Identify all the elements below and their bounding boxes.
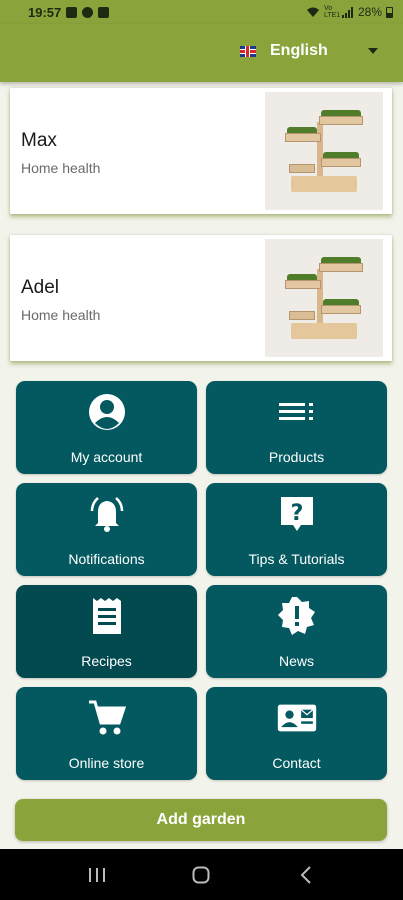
gallery-icon	[66, 6, 78, 18]
uk-flag-icon	[240, 45, 256, 57]
home-icon	[192, 866, 210, 883]
online-store-button[interactable]: Online store	[16, 687, 197, 780]
contact-card-icon	[277, 699, 317, 737]
garden-image	[265, 239, 383, 357]
status-bar: 19:57 Vo LTE1 28%	[0, 0, 403, 24]
contact-button[interactable]: Contact	[206, 687, 387, 780]
products-button[interactable]: Products	[206, 381, 387, 474]
help-question-icon: ?	[277, 495, 317, 533]
contact-label: Contact	[272, 755, 321, 771]
tips-tutorials-label: Tips & Tutorials	[248, 551, 345, 567]
wifi-icon	[306, 7, 319, 17]
recent-apps-icon	[89, 867, 106, 882]
online-store-label: Online store	[68, 755, 145, 771]
system-nav-bar	[0, 849, 403, 900]
garden-name: Max	[21, 130, 57, 151]
products-label: Products	[268, 449, 325, 465]
shopping-cart-icon	[87, 699, 127, 737]
my-account-label: My account	[70, 449, 143, 465]
linkedin-icon	[98, 6, 110, 18]
notifications-button[interactable]: Notifications	[16, 483, 197, 576]
back-button[interactable]	[286, 860, 326, 890]
battery-percent: 28%	[357, 5, 382, 19]
language-label: English	[270, 42, 328, 59]
add-garden-button[interactable]: Add garden	[15, 799, 387, 841]
app-bar: English	[0, 24, 403, 82]
status-time: 19:57	[28, 4, 62, 20]
bell-ringing-icon	[87, 495, 127, 533]
news-label: News	[278, 653, 314, 669]
svg-text:?: ?	[290, 501, 303, 526]
back-icon	[300, 865, 311, 884]
receipt-icon	[87, 597, 127, 635]
home-button[interactable]	[181, 860, 221, 890]
notifications-label: Notifications	[68, 551, 145, 567]
my-account-button[interactable]: My account	[16, 381, 197, 474]
garden-type: Home health	[21, 160, 101, 176]
language-selector[interactable]: English	[240, 42, 378, 60]
garden-type: Home health	[21, 307, 101, 323]
signal-icon	[341, 6, 353, 18]
network-label: Vo LTE1	[323, 5, 341, 19]
account-icon	[87, 393, 127, 431]
garden-card-max[interactable]: Max Home health	[10, 88, 392, 214]
garden-image	[265, 92, 383, 210]
recent-apps-button[interactable]	[77, 860, 117, 890]
recipes-button[interactable]: Recipes	[16, 585, 197, 678]
tips-tutorials-button[interactable]: ? Tips & Tutorials	[206, 483, 387, 576]
settings-icon	[82, 6, 94, 18]
list-icon	[277, 393, 317, 431]
garden-card-adel[interactable]: Adel Home health	[10, 235, 392, 361]
recipes-label: Recipes	[81, 653, 132, 669]
news-button[interactable]: News	[206, 585, 387, 678]
dropdown-arrow-icon	[368, 48, 378, 54]
battery-icon	[386, 6, 393, 18]
alert-badge-icon	[277, 597, 317, 635]
garden-name: Adel	[21, 277, 60, 298]
